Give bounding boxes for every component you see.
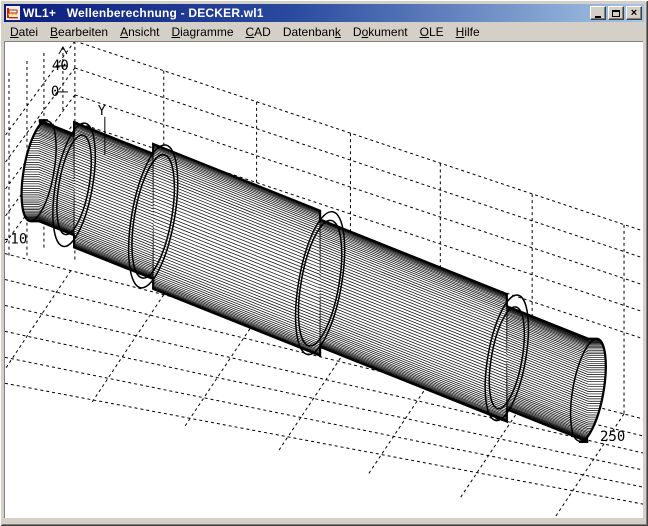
title-bar[interactable]: WL1+ Wellenberechnung - DECKER.wl1 × xyxy=(4,4,644,22)
window-title: WL1+ Wellenberechnung - DECKER.wl1 xyxy=(23,4,587,22)
shaft-3d-plot: Y 40 0 -10 250 xyxy=(5,42,643,518)
menu-item-dokument[interactable]: Dokument xyxy=(347,24,414,40)
minimize-icon xyxy=(595,16,601,18)
menu-item-ole[interactable]: OLE xyxy=(414,24,450,40)
minimize-button[interactable] xyxy=(590,6,606,20)
menu-item-cad[interactable]: CAD xyxy=(240,24,277,40)
tick-label-250: 250 xyxy=(600,429,625,445)
menu-item-bearbeiten[interactable]: Bearbeiten xyxy=(44,24,114,40)
menu-item-hilfe[interactable]: Hilfe xyxy=(450,24,486,40)
menu-item-ansicht[interactable]: Ansicht xyxy=(114,24,165,40)
menu-item-diagramme[interactable]: Diagramme xyxy=(165,24,239,40)
menu-item-datenbank[interactable]: Datenbank xyxy=(277,24,347,40)
menu-bar: DateiBearbeitenAnsichtDiagrammeCADDatenb… xyxy=(4,23,644,41)
client-area: Y 40 0 -10 250 xyxy=(4,41,643,518)
app-icon xyxy=(6,6,20,20)
maximize-icon xyxy=(612,10,620,17)
tick-label-40: 40 xyxy=(52,58,69,74)
menu-item-datei[interactable]: Datei xyxy=(4,24,44,40)
tick-label-0: 0 xyxy=(51,84,59,100)
y-axis-label: Y xyxy=(98,104,106,119)
tick-label--10: -10 xyxy=(5,232,27,248)
shaft-wireframe xyxy=(15,118,612,443)
close-button[interactable]: × xyxy=(626,6,642,20)
maximize-button[interactable] xyxy=(608,6,624,20)
